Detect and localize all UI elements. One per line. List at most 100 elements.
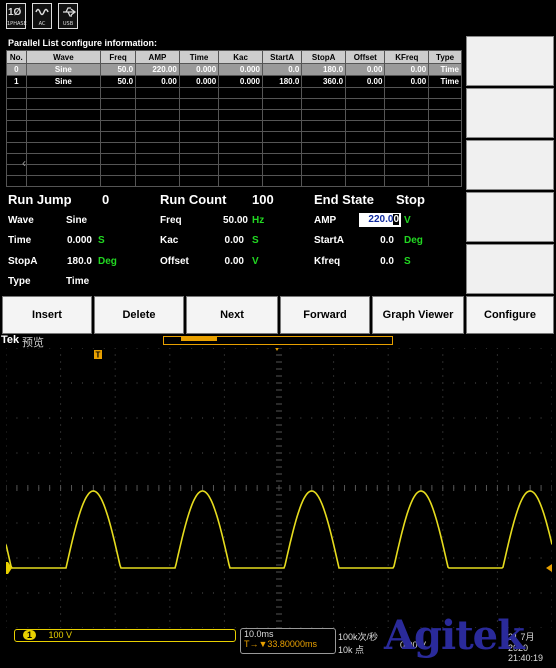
col-freq: Freq	[100, 50, 137, 64]
end-state-value[interactable]: Stop	[396, 192, 425, 207]
oscilloscope-view: Tek 预览 T 1 100 V 10.0ms T→▼33.80000ms 10…	[0, 334, 556, 668]
run-jump-label: Run Jump	[8, 192, 72, 207]
starta-unit: Deg	[404, 235, 423, 246]
configure-button[interactable]: Configure	[466, 296, 554, 334]
phase-icon: 1Ø 1PHASE	[6, 3, 27, 29]
waveform-display: T	[6, 348, 552, 628]
softkey-3[interactable]	[466, 140, 554, 190]
cell-kfreq: 0.00	[384, 63, 430, 76]
timebase-readout[interactable]: 10.0ms T→▼33.80000ms	[240, 628, 336, 654]
col-starta: StartA	[261, 50, 303, 64]
kac-unit: S	[252, 235, 259, 246]
col-no: No.	[6, 50, 27, 64]
list-title: Parallel List configure information:	[8, 38, 158, 48]
softkey-1[interactable]	[466, 36, 554, 86]
cell-type: Time	[428, 75, 462, 88]
list-table[interactable]: No. Wave Freq AMP Time Kac StartA StopA …	[6, 50, 462, 187]
cell-type: Time	[428, 63, 462, 76]
cell-kfreq: 0.00	[384, 75, 430, 88]
starta-label: StartA	[314, 235, 345, 246]
graticule	[6, 348, 552, 628]
table-row[interactable]	[6, 87, 462, 99]
softkey-5[interactable]	[466, 244, 554, 294]
kac-value[interactable]: 0.00	[212, 235, 244, 246]
time-label: Time	[8, 235, 32, 246]
cell-starta: 0.0	[261, 63, 303, 76]
stopa-label: StopA	[8, 256, 38, 267]
param-panel: Run Jump 0 Run Count 100 End State Stop …	[2, 188, 464, 292]
cell-no: 1	[6, 75, 27, 88]
stopa-value[interactable]: 180.0	[56, 256, 92, 267]
record-view-window	[181, 336, 217, 341]
cell-kac: 0.000	[218, 63, 263, 76]
kac-label: Kac	[160, 235, 179, 246]
delete-button[interactable]: Delete	[94, 296, 184, 334]
button-row: Insert Delete Next Forward Graph Viewer …	[0, 296, 556, 334]
forward-button[interactable]: Forward	[280, 296, 370, 334]
col-offset: Offset	[345, 50, 386, 64]
chevron-left-icon: ‹	[22, 156, 26, 170]
trigger-position-icon: T	[94, 348, 279, 360]
amp-label: AMP	[314, 215, 337, 226]
cell-amp: 0.00	[135, 75, 180, 88]
table-row[interactable]	[6, 131, 462, 143]
offset-value[interactable]: 0.00	[212, 256, 244, 267]
table-row[interactable]	[6, 98, 462, 110]
next-button[interactable]: Next	[186, 296, 278, 334]
type-value[interactable]: Time	[66, 276, 89, 287]
cell-freq: 50.0	[100, 63, 137, 76]
table-row[interactable]	[6, 120, 462, 132]
cell-freq: 50.0	[100, 75, 137, 88]
table-row[interactable]	[6, 142, 462, 154]
ac-icon: AC	[32, 3, 52, 29]
col-stopa: StopA	[301, 50, 347, 64]
cell-offset: 0.00	[345, 75, 386, 88]
table-row[interactable]	[6, 153, 462, 165]
col-type: Type	[428, 50, 462, 64]
col-wave: Wave	[25, 50, 102, 64]
freq-unit: Hz	[252, 215, 265, 226]
table-row[interactable]: 1 Sine 50.0 0.00 0.000 0.000 180.0 360.0…	[6, 75, 462, 88]
run-jump-value[interactable]: 0	[102, 192, 109, 207]
time-scale: 10.0ms	[244, 629, 274, 639]
cell-wave: Sine	[25, 63, 102, 76]
ch1-scale-readout[interactable]: 1 100 V	[14, 629, 236, 642]
cell-stopa: 180.0	[301, 63, 347, 76]
time-value[interactable]: 0.000	[56, 235, 92, 246]
scope-brand: Tek	[1, 334, 20, 346]
list-config-panel: Parallel List configure information: No.…	[2, 38, 464, 187]
record-length: 10k 点	[338, 645, 365, 655]
cell-time: 0.000	[178, 75, 220, 88]
softkey-2[interactable]	[466, 88, 554, 138]
kfreq-label: Kfreq	[314, 256, 341, 267]
insert-button[interactable]: Insert	[2, 296, 92, 334]
run-count-label: Run Count	[160, 192, 227, 207]
table-row[interactable]	[6, 175, 462, 187]
col-time: Time	[178, 50, 220, 64]
svg-text:T: T	[96, 351, 101, 360]
app-window: 1Ø 1PHASE AC USB Parallel List configure…	[0, 0, 556, 668]
run-count-value[interactable]: 100	[252, 192, 274, 207]
col-amp: AMP	[135, 50, 180, 64]
ch1-scale: 100 V	[48, 630, 73, 640]
amp-unit: V	[404, 215, 411, 226]
col-kac: Kac	[218, 50, 263, 64]
cell-starta: 180.0	[261, 75, 303, 88]
graph-viewer-button[interactable]: Graph Viewer	[372, 296, 464, 334]
wave-value[interactable]: Sine	[66, 215, 87, 226]
amp-input[interactable]: 220.00	[359, 213, 401, 227]
sample-rate: 100k次/秒	[338, 632, 379, 642]
softkey-4[interactable]	[466, 192, 554, 242]
table-row[interactable]	[6, 109, 462, 121]
status-bar: 1Ø 1PHASE AC USB	[0, 0, 556, 36]
freq-value[interactable]: 50.00	[212, 215, 248, 226]
list-header-row: No. Wave Freq AMP Time Kac StartA StopA …	[6, 50, 462, 64]
table-row[interactable]: 0 Sine 50.0 220.00 0.000 0.000 0.0 180.0…	[6, 63, 462, 76]
starta-value[interactable]: 0.0	[364, 235, 394, 246]
kfreq-value[interactable]: 0.0	[364, 256, 394, 267]
cell-stopa: 360.0	[301, 75, 347, 88]
kfreq-unit: S	[404, 256, 411, 267]
freq-label: Freq	[160, 215, 182, 226]
type-label: Type	[8, 276, 31, 287]
table-row[interactable]	[6, 164, 462, 176]
